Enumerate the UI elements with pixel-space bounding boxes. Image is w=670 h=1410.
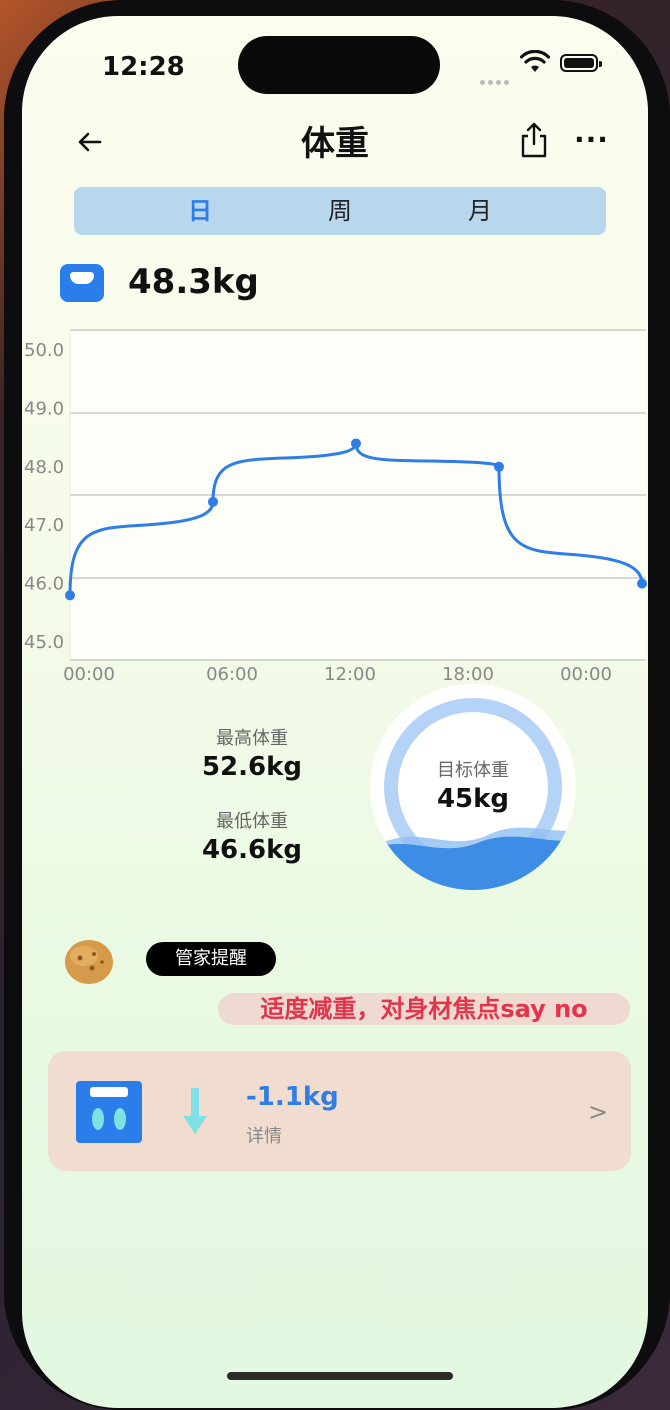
max-weight-value: 52.6kg [201, 752, 303, 782]
status-time: 12:28 [102, 52, 185, 82]
down-arrow-icon [183, 1088, 207, 1134]
app-screen: 12:28 体重 ··· 日 周 月 48.3kg 50.0 49.0 48.0 47… [22, 16, 648, 1408]
detail-link[interactable]: 详情 [246, 1122, 282, 1148]
max-weight-label: 最高体重 [216, 728, 288, 749]
potato-mascot-icon [65, 940, 113, 984]
y-tick-label: 49.0 [24, 398, 64, 419]
home-indicator[interactable] [227, 1372, 453, 1380]
data-point [494, 461, 504, 472]
page-title: 体重 [301, 124, 369, 164]
x-tick-label: 06:00 [206, 664, 258, 685]
tab-month[interactable]: 月 [440, 187, 520, 235]
weight-change-value: -1.1kg [246, 1082, 339, 1112]
goal-label: 目标体重 [437, 760, 509, 781]
data-point [637, 578, 647, 589]
foot-scale-icon [76, 1081, 142, 1143]
y-tick-label: 48.0 [24, 457, 64, 478]
data-point [208, 496, 218, 507]
x-tick-label: 00:00 [560, 664, 612, 685]
current-weight: 48.3kg [128, 262, 259, 302]
scale-icon [60, 264, 104, 302]
x-tick-label: 18:00 [442, 664, 494, 685]
y-tick-label: 50.0 [24, 340, 64, 361]
assistant-tag: 管家提醒 [146, 942, 276, 976]
y-tick-label: 45.0 [24, 632, 64, 653]
min-weight-value: 46.6kg [201, 835, 303, 865]
y-tick-label: 47.0 [24, 515, 64, 536]
tab-day[interactable]: 日 [160, 187, 240, 235]
chevron-right-icon[interactable]: > [588, 1098, 608, 1126]
weight-line-chart: 50.0 49.0 48.0 47.0 46.0 45.0 00:00 06:00 12:00… [24, 329, 647, 685]
assistant-advice: 适度减重，对身材焦点say no [218, 993, 630, 1025]
cellular-signal-icon [480, 70, 512, 89]
goal-value: 45kg [436, 784, 510, 814]
more-options-icon[interactable]: ··· [574, 126, 608, 154]
battery-icon [560, 54, 602, 72]
min-weight-label: 最低体重 [216, 811, 288, 832]
y-tick-label: 46.0 [24, 574, 64, 595]
dynamic-island [238, 36, 440, 94]
period-tab-bar: 日 周 月 [74, 187, 606, 235]
data-point [351, 438, 361, 449]
x-tick-label: 12:00 [324, 664, 376, 685]
tab-week[interactable]: 周 [300, 187, 380, 235]
wifi-icon [520, 50, 550, 72]
x-tick-label: 00:00 [63, 664, 115, 685]
data-point [65, 590, 75, 601]
share-icon[interactable] [518, 120, 550, 160]
